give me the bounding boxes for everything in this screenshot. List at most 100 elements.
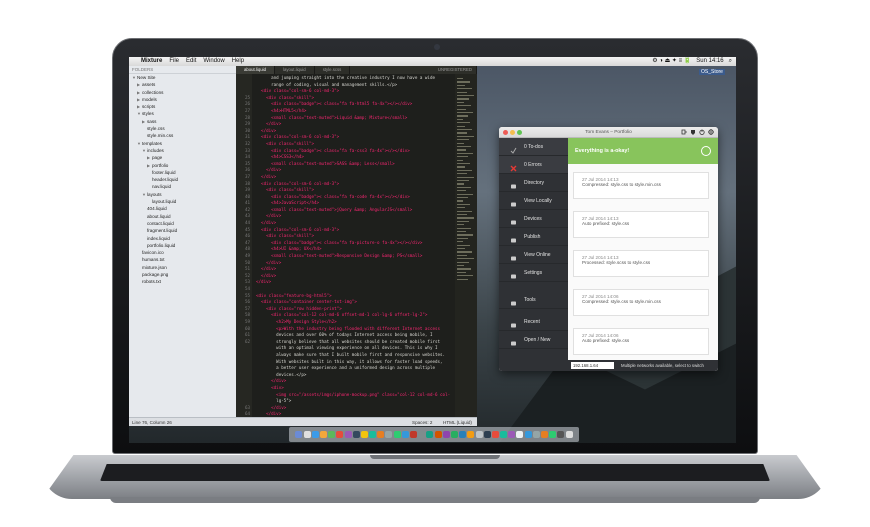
dock-app-icon[interactable]	[377, 431, 385, 438]
dock-app-icon[interactable]	[549, 431, 557, 438]
zoom-button[interactable]	[517, 130, 522, 135]
tree-item[interactable]: ▼New Site	[129, 74, 236, 81]
tree-item[interactable]: 404.liquid	[129, 205, 236, 212]
dock-app-icon[interactable]	[524, 431, 532, 438]
dock-app-icon[interactable]	[393, 431, 401, 438]
code-text[interactable]: and jumping straight into the creative i…	[256, 75, 456, 417]
code-line[interactable]	[256, 286, 456, 293]
crosshair-icon[interactable]	[708, 129, 714, 135]
code-line[interactable]: <small class="text-muted">Liquid &amp; M…	[256, 115, 456, 122]
dock-app-icon[interactable]	[532, 431, 540, 438]
dock-app-icon[interactable]	[483, 431, 491, 438]
dock-app-icon[interactable]	[491, 431, 499, 438]
code-line[interactable]: <div class="col-sm-6 col-md-3">	[256, 134, 456, 141]
power-icon[interactable]	[699, 129, 705, 135]
tab-layout-liquid[interactable]: layout.liquid	[275, 66, 315, 74]
dock-app-icon[interactable]	[328, 431, 336, 438]
code-line[interactable]: <div class="skill">	[256, 233, 456, 240]
nav-item[interactable]: View Online	[499, 246, 568, 264]
dock-app-icon[interactable]	[467, 431, 475, 438]
code-line[interactable]: <div class="col-sm-6 col-md-3">	[256, 181, 456, 188]
tree-item[interactable]: ▶ portfolio	[129, 162, 236, 169]
tree-item[interactable]: ▶ collections	[129, 89, 236, 96]
tree-item[interactable]: ▼styles	[129, 110, 236, 117]
tab-about-liquid[interactable]: about.liquid	[236, 66, 275, 74]
menu-edit[interactable]: Edit	[186, 57, 196, 66]
syntax-setting[interactable]: HTML (Liquid)	[443, 418, 472, 427]
code-line[interactable]: </div>	[256, 279, 456, 286]
nav-item[interactable]: Devices	[499, 210, 568, 228]
close-button[interactable]	[503, 130, 508, 135]
tree-item[interactable]: style.css	[129, 125, 236, 132]
nav-item[interactable]: Directory	[499, 174, 568, 192]
search-icon[interactable]: ⌕	[729, 57, 732, 66]
ip-select[interactable]: 192.168.1.64	[571, 362, 614, 369]
tab-style-scss[interactable]: style.scss	[315, 66, 351, 74]
dock-app-icon[interactable]	[410, 431, 418, 438]
tree-item[interactable]: robots.txt	[129, 278, 236, 285]
code-line[interactable]: <small class="text-muted">SASS &amp; Les…	[256, 161, 456, 168]
status-icons[interactable]: ⚙ ◑ ⏏ ✦ ≡ 🔋	[652, 57, 691, 66]
code-line[interactable]: <div class="skill">	[256, 187, 456, 194]
code-line[interactable]: <h4>HTML5</h4>	[256, 108, 456, 115]
minimize-button[interactable]	[510, 130, 515, 135]
dock-app-icon[interactable]	[565, 431, 573, 438]
code-line[interactable]: with an optimal viewing experience on al…	[256, 345, 456, 352]
dock-app-icon[interactable]	[557, 431, 565, 438]
code-line[interactable]: <h4>CSS3</h4>	[256, 154, 456, 161]
code-line[interactable]: <div class="skill">	[256, 141, 456, 148]
tree-item[interactable]: index.liquid	[129, 235, 236, 242]
code-line[interactable]: </div>	[256, 167, 456, 174]
nav-item[interactable]: Publish	[499, 228, 568, 246]
menu-help[interactable]: Help	[232, 57, 244, 66]
code-line[interactable]: <img src="/assets/imgs/iphone-mockup.png…	[256, 392, 456, 399]
indent-setting[interactable]: Spaces: 2	[412, 418, 432, 427]
dock-app-icon[interactable]	[516, 431, 524, 438]
code-line[interactable]: lg-5">	[256, 398, 456, 405]
tree-item[interactable]: mixture.json	[129, 264, 236, 271]
export-icon[interactable]	[681, 129, 687, 135]
tree-item[interactable]: ▶ page	[129, 154, 236, 161]
code-line[interactable]: <div class="row hidden-print">	[256, 306, 456, 313]
code-line[interactable]: </div>	[256, 266, 456, 273]
dock-app-icon[interactable]	[508, 431, 516, 438]
dock-app-icon[interactable]	[344, 431, 352, 438]
tree-item[interactable]: ▶ models	[129, 96, 236, 103]
nav-item[interactable]: View Locally	[499, 192, 568, 210]
code-line[interactable]: <div class="skill">	[256, 95, 456, 102]
nav-item[interactable]: 0 Errors	[499, 156, 568, 174]
nav-item[interactable]: Recent	[499, 313, 568, 331]
tree-item[interactable]: ▼includes	[129, 147, 236, 154]
dock-app-icon[interactable]	[303, 431, 311, 438]
code-line[interactable]: <h4>JavaScript</h4>	[256, 200, 456, 207]
menu-clock[interactable]: Sun 14:16	[696, 57, 723, 66]
dock-app-icon[interactable]	[336, 431, 344, 438]
tree-item[interactable]: about.liquid	[129, 213, 236, 220]
tree-item[interactable]: header.liquid	[129, 176, 236, 183]
code-line[interactable]: </div>	[256, 213, 456, 220]
code-line[interactable]: <div class="col-sm-6 col-md-3">	[256, 227, 456, 234]
dock-app-icon[interactable]	[426, 431, 434, 438]
code-line[interactable]: <small class="text-muted">jQuery &amp; A…	[256, 207, 456, 214]
code-line[interactable]: <div class="feature-bg-html5">	[256, 293, 456, 300]
code-line[interactable]: <div class="container center-txt-img">	[256, 299, 456, 306]
dock-app-icon[interactable]	[311, 431, 319, 438]
menu-app-name[interactable]: Mixture	[141, 57, 162, 66]
code-line[interactable]: a better user experience and a uniformed…	[256, 365, 456, 372]
dock-app-icon[interactable]	[475, 431, 483, 438]
tree-item[interactable]: ▼templates	[129, 140, 236, 147]
dock-app-icon[interactable]	[459, 431, 467, 438]
dock-app-icon[interactable]	[360, 431, 368, 438]
dock-app-icon[interactable]	[352, 431, 360, 438]
code-line[interactable]: <h2>My Design Style</h2>	[256, 319, 456, 326]
tree-item[interactable]: package.png	[129, 271, 236, 278]
code-line[interactable]: </div>	[256, 378, 456, 385]
code-line[interactable]: <div>	[256, 385, 456, 392]
menu-window[interactable]: Window	[203, 57, 224, 66]
tree-item[interactable]: contact.liquid	[129, 220, 236, 227]
tree-item[interactable]: ▶ scripts	[129, 103, 236, 110]
tree-item[interactable]: style.min.css	[129, 132, 236, 139]
code-editor[interactable]: about.liquid layout.liquid style.scss UN…	[236, 66, 477, 417]
dock-app-icon[interactable]	[442, 431, 450, 438]
code-line[interactable]: </div>	[256, 273, 456, 280]
